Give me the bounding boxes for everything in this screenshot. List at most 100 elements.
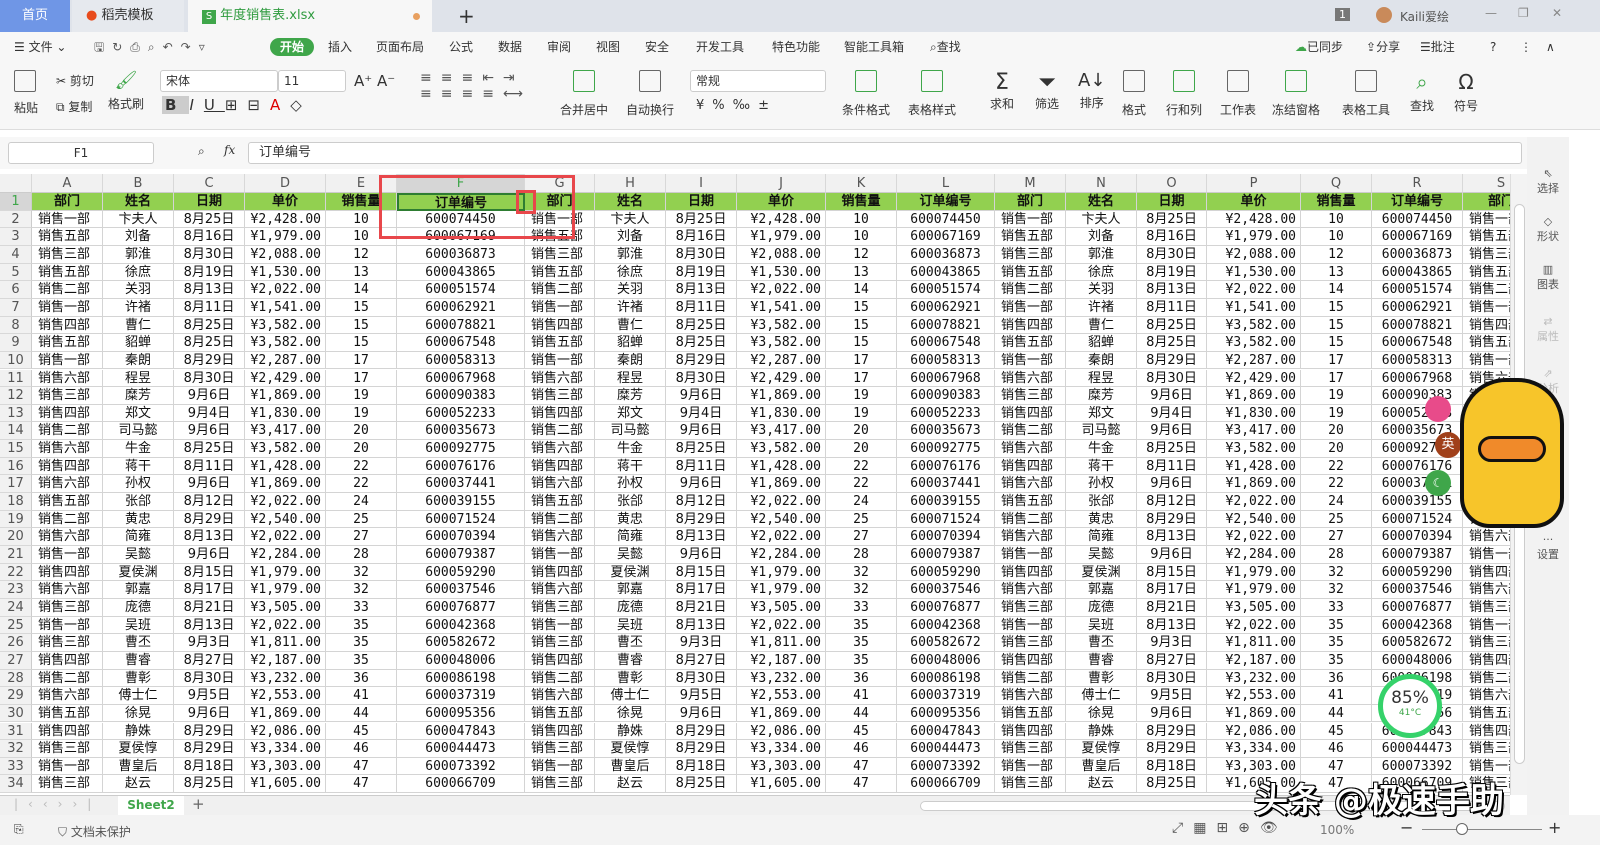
table-cell[interactable]: 8月25日 xyxy=(174,334,245,352)
row-header-1[interactable]: 1 xyxy=(0,193,32,211)
table-cell[interactable]: 庞德 xyxy=(1066,598,1137,617)
table-cell[interactable]: 600582672 xyxy=(1372,634,1463,652)
row-header-9[interactable]: 9 xyxy=(0,334,32,352)
table-cell[interactable]: 许褚 xyxy=(595,298,666,317)
row-header-18[interactable]: 18 xyxy=(0,493,32,511)
table-cell[interactable]: 简雍 xyxy=(103,528,174,546)
table-cell[interactable]: 33 xyxy=(826,598,897,617)
table-cell[interactable]: 600043865 xyxy=(397,263,525,282)
new-tab-button[interactable]: + xyxy=(444,0,475,32)
table-cell[interactable]: ¥3,582.00 xyxy=(737,440,826,458)
column-header-Q[interactable]: Q xyxy=(1301,174,1372,193)
table-cell[interactable]: 46 xyxy=(826,740,897,758)
table-cell[interactable]: 45 xyxy=(1301,722,1372,741)
table-cell[interactable]: 8月19日 xyxy=(174,263,245,282)
table-cell[interactable]: 600076176 xyxy=(897,457,995,476)
table-cell[interactable]: 8月19日 xyxy=(1137,263,1207,282)
table-cell[interactable]: 秦朗 xyxy=(103,351,174,370)
table-cell[interactable]: 销售六部 xyxy=(995,369,1066,388)
table-cell[interactable]: ¥2,088.00 xyxy=(245,245,326,264)
sidebar-settings[interactable]: ··· 设置 xyxy=(1527,533,1569,562)
table-cell[interactable]: 8月29日 xyxy=(666,351,737,370)
table-cell[interactable]: 15 xyxy=(1301,334,1372,352)
table-cell[interactable]: ¥1,869.00 xyxy=(1207,387,1301,405)
table-cell[interactable]: ¥1,830.00 xyxy=(1207,404,1301,423)
table-cell[interactable]: 销售三部 xyxy=(1463,246,1510,264)
table-cell[interactable]: 夏侯惇 xyxy=(1066,740,1137,758)
table-cell[interactable]: 静姝 xyxy=(595,722,666,741)
table-cell[interactable]: 600043865 xyxy=(897,263,995,282)
table-cell[interactable]: 20 xyxy=(326,440,397,458)
table-cell[interactable]: 销售二部 xyxy=(525,669,595,688)
table-cell[interactable]: 600051574 xyxy=(397,281,525,299)
header-cell[interactable]: 订单编号 xyxy=(1372,193,1463,211)
table-cell[interactable]: 600070394 xyxy=(897,528,995,546)
table-cell[interactable]: ¥2,553.00 xyxy=(245,687,326,705)
table-cell[interactable]: 47 xyxy=(326,757,397,776)
table-cell[interactable]: 10 xyxy=(1301,228,1372,246)
table-cell[interactable]: 27 xyxy=(826,528,897,546)
table-cell[interactable]: 销售三部 xyxy=(995,245,1066,264)
table-cell[interactable]: 600079387 xyxy=(1372,546,1463,564)
table-cell[interactable]: 8月30日 xyxy=(666,669,737,688)
table-cell[interactable]: 25 xyxy=(326,510,397,529)
formula-input[interactable]: 订单编号 xyxy=(248,142,1522,164)
avatar[interactable] xyxy=(1376,7,1392,23)
table-cell[interactable]: ¥1,979.00 xyxy=(737,228,826,246)
row-header-4[interactable]: 4 xyxy=(0,245,32,264)
table-cell[interactable]: 销售一部 xyxy=(32,757,103,776)
menu-view[interactable]: 视图 xyxy=(596,38,620,56)
table-cell[interactable]: 司马懿 xyxy=(595,422,666,441)
table-cell[interactable]: 600039155 xyxy=(897,493,995,511)
table-cell[interactable]: ¥2,428.00 xyxy=(245,210,326,229)
table-cell[interactable]: ¥2,022.00 xyxy=(245,493,326,511)
merge-center-button[interactable]: 合并居中 xyxy=(560,70,608,118)
table-cell[interactable]: 张郃 xyxy=(1066,493,1137,511)
table-cell[interactable]: 销售五部 xyxy=(1463,705,1510,723)
table-cell[interactable]: 牛金 xyxy=(595,440,666,458)
table-cell[interactable]: ¥2,540.00 xyxy=(1207,510,1301,529)
table-cell[interactable]: ¥1,869.00 xyxy=(245,704,326,723)
table-cell[interactable]: 销售一部 xyxy=(32,210,103,229)
table-cell[interactable]: 9月6日 xyxy=(666,475,737,494)
table-cell[interactable]: 销售三部 xyxy=(32,775,103,794)
performance-gauge[interactable]: 85% 41°C xyxy=(1378,674,1442,738)
table-cell[interactable]: 15 xyxy=(326,316,397,335)
table-cell[interactable]: ¥1,979.00 xyxy=(737,581,826,599)
table-cell[interactable]: ¥1,830.00 xyxy=(245,404,326,423)
table-cell[interactable]: 销售六部 xyxy=(32,581,103,599)
table-cell[interactable]: 8月13日 xyxy=(1137,528,1207,546)
table-cell[interactable]: 糜芳 xyxy=(103,387,174,405)
row-col-button[interactable]: 行和列 xyxy=(1166,70,1202,118)
table-cell[interactable]: 销售一部 xyxy=(1463,617,1510,635)
row-header-26[interactable]: 26 xyxy=(0,634,32,652)
table-cell[interactable]: 600070394 xyxy=(1372,528,1463,546)
table-cell[interactable]: ¥3,334.00 xyxy=(737,740,826,758)
table-cell[interactable]: 秦朗 xyxy=(595,351,666,370)
worksheet-button[interactable]: 工作表 xyxy=(1220,70,1256,118)
status-layout-icon[interactable]: ⎘ xyxy=(14,822,24,837)
table-cell[interactable]: 庞德 xyxy=(103,598,174,617)
table-cell[interactable]: 销售六部 xyxy=(995,528,1066,546)
table-cell[interactable]: 曹仁 xyxy=(595,316,666,335)
table-cell[interactable]: 郑文 xyxy=(103,404,174,423)
table-cell[interactable]: 600048006 xyxy=(397,651,525,670)
table-cell[interactable]: 600092775 xyxy=(897,440,995,458)
zoom-level[interactable]: 100% xyxy=(1320,823,1354,837)
table-cell[interactable]: 曹皇后 xyxy=(1066,757,1137,776)
row-header-28[interactable]: 28 xyxy=(0,669,32,688)
table-cell[interactable]: 44 xyxy=(326,704,397,723)
table-cell[interactable]: 郭淮 xyxy=(1066,245,1137,264)
table-cell[interactable]: 郭嘉 xyxy=(1066,581,1137,599)
table-cell[interactable]: 徐晃 xyxy=(1066,704,1137,723)
table-cell[interactable]: 600044473 xyxy=(897,740,995,758)
table-cell[interactable]: ¥3,505.00 xyxy=(1207,598,1301,617)
table-cell[interactable]: 36 xyxy=(1301,669,1372,688)
table-cell[interactable]: ¥3,303.00 xyxy=(737,757,826,776)
table-cell[interactable]: 销售五部 xyxy=(525,704,595,723)
table-cell[interactable]: 徐庶 xyxy=(595,263,666,282)
table-cell[interactable]: 8月16日 xyxy=(174,228,245,246)
table-cell[interactable]: 8月29日 xyxy=(1137,740,1207,758)
table-cell[interactable]: ¥2,022.00 xyxy=(1207,528,1301,546)
table-cell[interactable]: 13 xyxy=(826,263,897,282)
